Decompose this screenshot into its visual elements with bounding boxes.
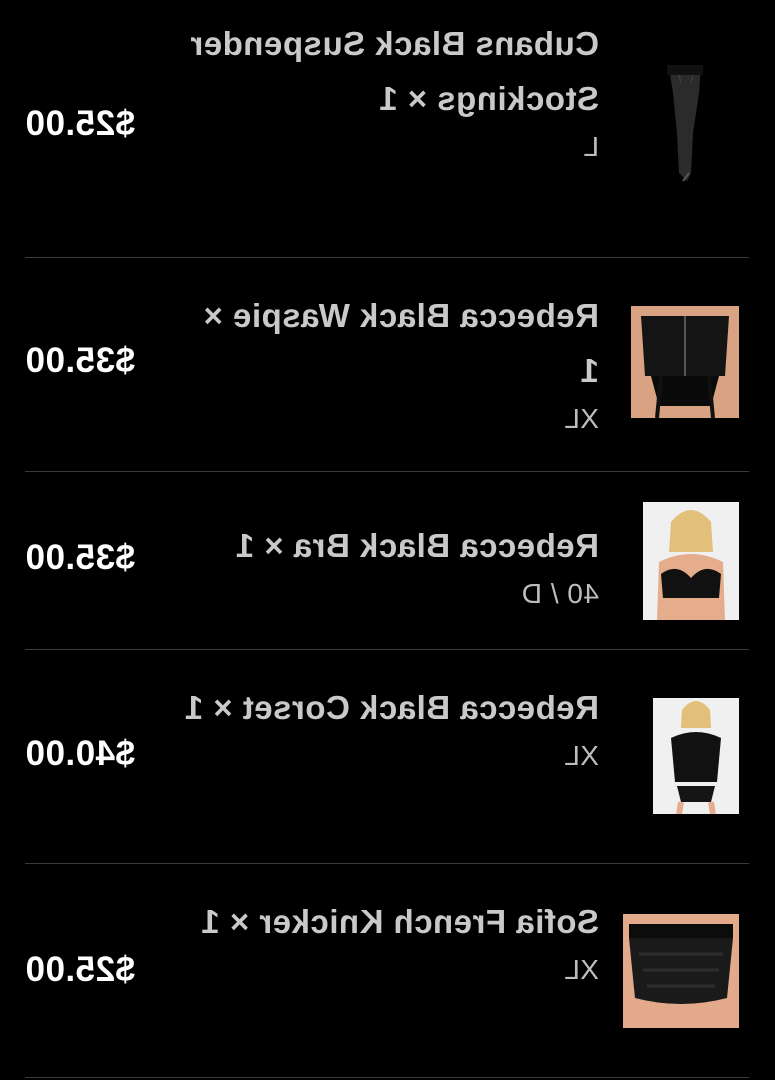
item-price: $25.00 xyxy=(25,950,136,989)
item-name: Cubans Black Suspender Stockings × 1 xyxy=(190,25,599,117)
item-price: $40.00 xyxy=(25,734,136,773)
list-item[interactable]: Rebecca Black Bra × 1 40 / D $35.00 xyxy=(25,472,749,650)
stockings-product-image xyxy=(633,63,739,183)
item-price: $35.00 xyxy=(25,538,136,577)
item-name: Rebecca Black Bra × 1 xyxy=(235,527,599,564)
order-items-list: Cubans Black Suspender Stockings × 1 L $… xyxy=(0,0,775,1080)
list-item[interactable]: Rebecca Black Waspie × 1 XL $35.00 xyxy=(25,258,749,472)
list-item[interactable]: Sofia French Knicker × 1 XL $25.00 xyxy=(25,864,749,1078)
item-variant: 40 / D xyxy=(521,578,599,609)
item-price: $25.00 xyxy=(25,104,136,143)
corset-product-image xyxy=(653,698,739,814)
waspie-product-image xyxy=(631,306,739,418)
knicker-product-image xyxy=(623,914,739,1028)
item-price: $35.00 xyxy=(25,341,136,380)
item-name: Rebecca Black Corset × 1 xyxy=(184,689,599,726)
list-item[interactable]: Cubans Black Suspender Stockings × 1 L $… xyxy=(25,0,749,258)
list-item[interactable]: Rebecca Black Corset × 1 XL $40.00 xyxy=(25,650,749,864)
item-name: Rebecca Black Waspie × 1 xyxy=(203,297,599,389)
item-variant: L xyxy=(582,131,599,162)
item-variant: XL xyxy=(563,954,599,985)
bra-product-image xyxy=(643,502,739,620)
item-variant: XL xyxy=(563,403,599,434)
item-variant: XL xyxy=(563,740,599,771)
item-name: Sofia French Knicker × 1 xyxy=(200,903,599,940)
